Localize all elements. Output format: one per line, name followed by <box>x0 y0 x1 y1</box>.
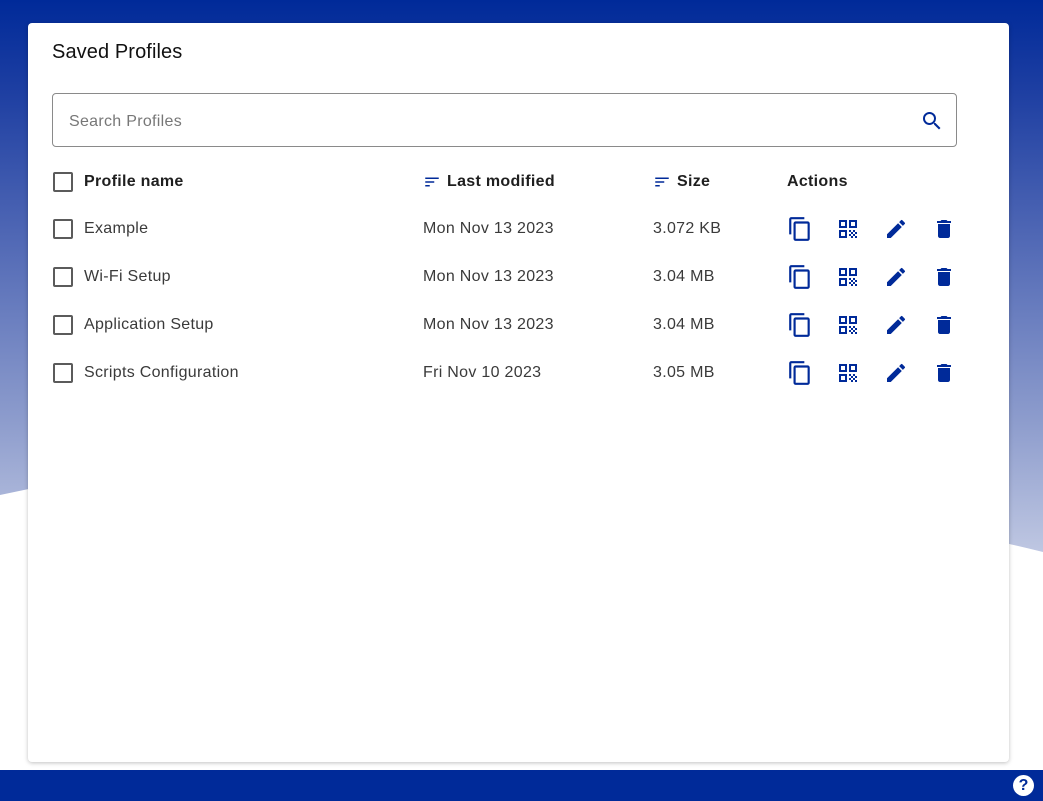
row-select-cell <box>53 253 77 301</box>
column-header-label: Size <box>677 173 711 190</box>
row-select-cell <box>53 349 77 397</box>
last-modified: Mon Nov 13 2023 <box>423 316 554 333</box>
footer-bar <box>0 770 1043 801</box>
select-all-cell <box>53 159 77 205</box>
row-checkbox[interactable] <box>53 267 73 287</box>
column-header-label: Last modified <box>447 173 555 190</box>
column-header-size[interactable]: Size <box>653 159 710 205</box>
profile-name: Application Setup <box>84 316 214 333</box>
help-icon[interactable]: ? <box>1013 775 1034 796</box>
select-all-checkbox[interactable] <box>53 172 73 192</box>
qr-code-icon[interactable] <box>835 216 861 242</box>
copy-icon[interactable] <box>787 264 813 290</box>
delete-icon[interactable] <box>931 312 957 338</box>
table-header: Profile name Last modified Size Actions <box>52 159 972 205</box>
delete-icon[interactable] <box>931 216 957 242</box>
profile-size: 3.04 MB <box>653 268 715 285</box>
copy-icon[interactable] <box>787 312 813 338</box>
qr-code-icon[interactable] <box>835 312 861 338</box>
edit-icon[interactable] <box>883 264 909 290</box>
copy-icon[interactable] <box>787 360 813 386</box>
row-checkbox[interactable] <box>53 363 73 383</box>
table-row: Scripts Configuration Fri Nov 10 2023 3.… <box>52 349 972 397</box>
search-input[interactable] <box>67 108 901 136</box>
sort-icon <box>425 177 439 187</box>
edit-icon[interactable] <box>883 360 909 386</box>
profile-name: Example <box>84 220 149 237</box>
qr-code-icon[interactable] <box>835 360 861 386</box>
profile-name: Wi-Fi Setup <box>84 268 171 285</box>
table-row: Application Setup Mon Nov 13 2023 3.04 M… <box>52 301 972 349</box>
qr-code-icon[interactable] <box>835 264 861 290</box>
table-row: Example Mon Nov 13 2023 3.072 KB <box>52 205 972 253</box>
edit-icon[interactable] <box>883 216 909 242</box>
delete-icon[interactable] <box>931 360 957 386</box>
copy-icon[interactable] <box>787 216 813 242</box>
profile-size: 3.04 MB <box>653 316 715 333</box>
profiles-table: Profile name Last modified Size Actions … <box>52 159 972 397</box>
edit-icon[interactable] <box>883 312 909 338</box>
column-header-name[interactable]: Profile name <box>84 159 184 205</box>
profile-size: 3.05 MB <box>653 364 715 381</box>
page-title: Saved Profiles <box>52 41 183 63</box>
profile-name: Scripts Configuration <box>84 364 239 381</box>
search-icon[interactable] <box>920 109 944 133</box>
search-box <box>52 93 957 147</box>
last-modified: Mon Nov 13 2023 <box>423 220 554 237</box>
column-header-last-modified[interactable]: Last modified <box>423 159 555 205</box>
row-select-cell <box>53 301 77 349</box>
last-modified: Mon Nov 13 2023 <box>423 268 554 285</box>
sort-icon <box>655 177 669 187</box>
delete-icon[interactable] <box>931 264 957 290</box>
row-select-cell <box>53 205 77 253</box>
last-modified: Fri Nov 10 2023 <box>423 364 542 381</box>
column-header-actions: Actions <box>787 173 848 190</box>
profile-size: 3.072 KB <box>653 220 722 237</box>
saved-profiles-card: Saved Profiles Profile name Last modifie… <box>28 23 1009 762</box>
row-checkbox[interactable] <box>53 219 73 239</box>
table-row: Wi-Fi Setup Mon Nov 13 2023 3.04 MB <box>52 253 972 301</box>
row-checkbox[interactable] <box>53 315 73 335</box>
